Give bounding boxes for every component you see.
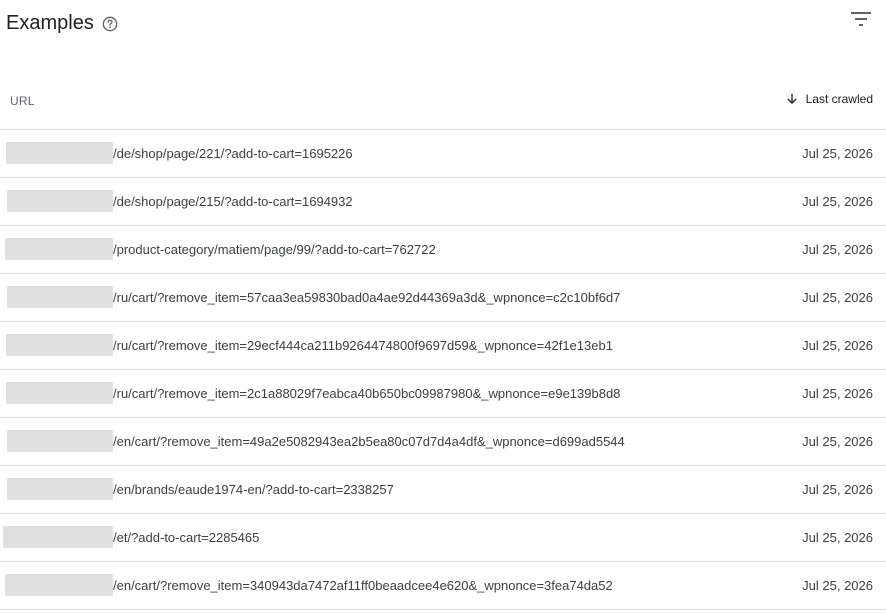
column-header-url[interactable]: URL xyxy=(10,94,35,108)
table-header: URL Last crawled xyxy=(0,72,886,130)
page-title: Examples xyxy=(6,12,94,34)
row-date: Jul 25, 2026 xyxy=(802,290,873,305)
row-url[interactable]: /et/?add-to-cart=2285465 xyxy=(113,530,259,546)
table-row[interactable]: /en/cart/?remove_item=49a2e5082943ea2b5e… xyxy=(0,418,886,466)
table-row[interactable]: /ru/cart/?remove_item=29ecf444ca211b9264… xyxy=(0,322,886,370)
table-row[interactable]: /et/?add-to-cart=2285465 Jul 25, 2026 xyxy=(0,514,886,562)
column-header-last-crawled-label: Last crawled xyxy=(805,92,873,106)
row-url[interactable]: /product-category/matiem/page/99/?add-to… xyxy=(113,242,436,258)
row-date: Jul 25, 2026 xyxy=(802,482,873,497)
row-date: Jul 25, 2026 xyxy=(802,242,873,257)
row-url[interactable]: /ru/cart/?remove_item=29ecf444ca211b9264… xyxy=(113,338,613,354)
redacted-domain xyxy=(6,142,113,164)
table-row[interactable]: /ru/cart/?remove_item=57caa3ea59830bad0a… xyxy=(0,274,886,322)
redacted-domain xyxy=(6,334,113,356)
redacted-domain xyxy=(5,574,113,596)
table-row[interactable]: /product-category/matiem/page/99/?add-to… xyxy=(0,226,886,274)
row-url[interactable]: /ru/cart/?remove_item=2c1a88029f7eabca40… xyxy=(113,386,620,402)
row-url[interactable]: /de/shop/page/221/?add-to-cart=1695226 xyxy=(113,146,353,162)
table-row[interactable]: /en/brands/eaude1974-en/?add-to-cart=233… xyxy=(0,466,886,514)
redacted-domain xyxy=(6,382,113,404)
filter-icon[interactable] xyxy=(848,8,874,32)
table-row[interactable]: /ru/cart/?remove_item=2c1a88029f7eabca40… xyxy=(0,370,886,418)
row-url[interactable]: /en/brands/eaude1974-en/?add-to-cart=233… xyxy=(113,482,394,498)
row-url[interactable]: /de/shop/page/215/?add-to-cart=1694932 xyxy=(113,194,353,210)
redacted-domain xyxy=(7,286,113,308)
row-date: Jul 25, 2026 xyxy=(802,434,873,449)
row-url[interactable]: /en/cart/?remove_item=340943da7472af11ff… xyxy=(113,578,613,594)
redacted-domain xyxy=(3,526,113,548)
row-url[interactable]: /en/cart/?remove_item=49a2e5082943ea2b5e… xyxy=(113,434,625,450)
redacted-domain xyxy=(5,238,113,260)
arrow-down-icon xyxy=(787,93,797,104)
row-date: Jul 25, 2026 xyxy=(802,578,873,593)
redacted-domain xyxy=(7,478,113,500)
row-date: Jul 25, 2026 xyxy=(802,194,873,209)
row-url[interactable]: /ru/cart/?remove_item=57caa3ea59830bad0a… xyxy=(113,290,620,306)
table-row[interactable]: /de/shop/page/215/?add-to-cart=1694932 J… xyxy=(0,178,886,226)
table-body: /de/shop/page/221/?add-to-cart=1695226 J… xyxy=(0,130,886,610)
row-date: Jul 25, 2026 xyxy=(802,146,873,161)
help-circle-icon[interactable] xyxy=(102,16,118,32)
redacted-domain xyxy=(7,430,113,452)
report-header: Examples xyxy=(0,0,886,48)
table-row[interactable]: /de/shop/page/221/?add-to-cart=1695226 J… xyxy=(0,130,886,178)
row-date: Jul 25, 2026 xyxy=(802,530,873,545)
row-date: Jul 25, 2026 xyxy=(802,386,873,401)
redacted-domain xyxy=(7,190,113,212)
table-row[interactable]: /en/cart/?remove_item=340943da7472af11ff… xyxy=(0,562,886,610)
row-date: Jul 25, 2026 xyxy=(802,338,873,353)
column-header-last-crawled[interactable]: Last crawled xyxy=(785,92,873,106)
